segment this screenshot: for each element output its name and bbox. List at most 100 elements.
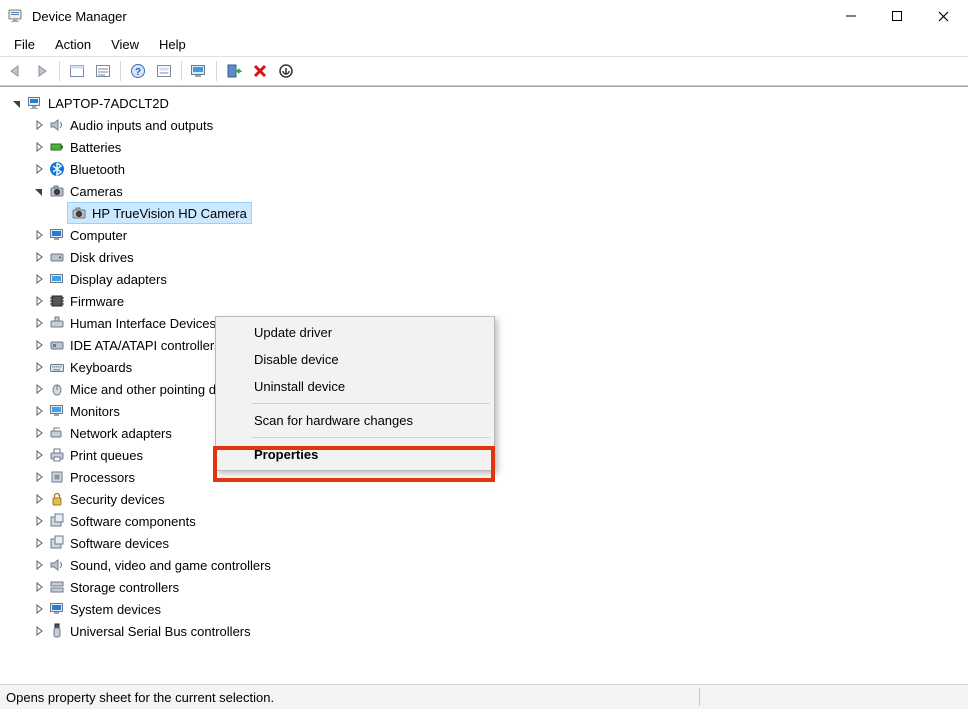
statusbar: Opens property sheet for the current sel…	[0, 684, 968, 709]
app-icon	[8, 8, 24, 24]
cpu-icon	[48, 468, 66, 486]
tree-root[interactable]: LAPTOP-7ADCLT2D	[6, 92, 968, 114]
forward-button[interactable]	[30, 59, 54, 83]
chevron-right-icon[interactable]	[32, 426, 46, 440]
lock-icon	[48, 490, 66, 508]
tree-label: Keyboards	[70, 360, 132, 375]
menu-help[interactable]: Help	[149, 34, 196, 55]
context-menu-separator	[252, 437, 490, 438]
context-menu-update-driver[interactable]: Update driver	[218, 319, 492, 346]
computer-root-icon	[26, 94, 44, 112]
tree-node-sound[interactable]: Sound, video and game controllers	[6, 554, 968, 576]
disable-toolbar-button[interactable]	[274, 59, 298, 83]
window-controls	[828, 1, 966, 31]
tree-node-system[interactable]: System devices	[6, 598, 968, 620]
scan-hardware-toolbar-button[interactable]	[187, 59, 211, 83]
tree-node-cameras[interactable]: Cameras	[6, 180, 968, 202]
context-menu-disable-device[interactable]: Disable device	[218, 346, 492, 373]
tree-node-firmware[interactable]: Firmware	[6, 290, 968, 312]
chevron-right-icon[interactable]	[32, 338, 46, 352]
chevron-right-icon[interactable]	[32, 536, 46, 550]
tree-label: Sound, video and game controllers	[70, 558, 271, 573]
update-driver-toolbar-button[interactable]	[222, 59, 246, 83]
chevron-right-icon[interactable]	[32, 624, 46, 638]
context-menu-uninstall-device[interactable]: Uninstall device	[218, 373, 492, 400]
tree-label: Cameras	[70, 184, 123, 199]
back-button[interactable]	[4, 59, 28, 83]
tree-node-bluetooth[interactable]: Bluetooth	[6, 158, 968, 180]
chevron-right-icon[interactable]	[32, 448, 46, 462]
network-icon	[48, 424, 66, 442]
uninstall-toolbar-button[interactable]	[248, 59, 272, 83]
tree-label: Universal Serial Bus controllers	[70, 624, 251, 639]
camera-icon	[48, 182, 66, 200]
action-toolbar-button[interactable]	[152, 59, 176, 83]
device-tree[interactable]: LAPTOP-7ADCLT2D Audio inputs and outputs…	[0, 88, 968, 674]
chevron-right-icon[interactable]	[32, 140, 46, 154]
chevron-right-icon[interactable]	[32, 382, 46, 396]
chevron-right-icon[interactable]	[32, 316, 46, 330]
tree-node-swdev[interactable]: Software devices	[6, 532, 968, 554]
chevron-right-icon[interactable]	[32, 228, 46, 242]
minimize-button[interactable]	[828, 1, 874, 31]
show-hide-console-tree-button[interactable]	[65, 59, 89, 83]
tree-node-diskdrives[interactable]: Disk drives	[6, 246, 968, 268]
tree-node-computer[interactable]: Computer	[6, 224, 968, 246]
chevron-right-icon[interactable]	[32, 492, 46, 506]
tree-node-batteries[interactable]: Batteries	[6, 136, 968, 158]
menu-action[interactable]: Action	[45, 34, 101, 55]
close-button[interactable]	[920, 1, 966, 31]
titlebar: Device Manager	[0, 0, 968, 32]
context-menu-properties[interactable]: Properties	[218, 441, 492, 468]
chevron-right-icon[interactable]	[32, 250, 46, 264]
tree-label: Monitors	[70, 404, 120, 419]
tree-label: Network adapters	[70, 426, 172, 441]
tree-label: Audio inputs and outputs	[70, 118, 213, 133]
toolbar-separator	[181, 61, 182, 81]
software-icon	[48, 534, 66, 552]
context-menu-scan-hardware[interactable]: Scan for hardware changes	[218, 407, 492, 434]
toolbar-separator	[216, 61, 217, 81]
toolbar-separator	[120, 61, 121, 81]
display-adapter-icon	[48, 270, 66, 288]
tree-label: Software devices	[70, 536, 169, 551]
tree-label: Print queues	[70, 448, 143, 463]
keyboard-icon	[48, 358, 66, 376]
toolbar-separator	[59, 61, 60, 81]
chevron-right-icon[interactable]	[32, 162, 46, 176]
maximize-button[interactable]	[874, 1, 920, 31]
battery-icon	[48, 138, 66, 156]
hid-icon	[48, 314, 66, 332]
tree-label: IDE ATA/ATAPI controllers	[70, 338, 221, 353]
chevron-right-icon[interactable]	[32, 118, 46, 132]
chevron-right-icon[interactable]	[32, 580, 46, 594]
chevron-right-icon[interactable]	[32, 404, 46, 418]
tree-node-swcomp[interactable]: Software components	[6, 510, 968, 532]
usb-icon	[48, 622, 66, 640]
chevron-right-icon[interactable]	[32, 470, 46, 484]
chevron-right-icon[interactable]	[32, 514, 46, 528]
properties-toolbar-button[interactable]	[91, 59, 115, 83]
camera-icon	[70, 204, 88, 222]
tree-node-storage[interactable]: Storage controllers	[6, 576, 968, 598]
printer-icon	[48, 446, 66, 464]
statusbar-separator	[699, 688, 700, 706]
tree-node-usb[interactable]: Universal Serial Bus controllers	[6, 620, 968, 642]
chevron-right-icon[interactable]	[32, 558, 46, 572]
system-icon	[48, 600, 66, 618]
chevron-right-icon[interactable]	[32, 294, 46, 308]
chevron-down-icon[interactable]	[10, 96, 24, 110]
menu-file[interactable]: File	[4, 34, 45, 55]
tree-leaf-camera-device[interactable]: HP TrueVision HD Camera	[6, 202, 968, 224]
monitor-icon	[48, 402, 66, 420]
chevron-down-icon[interactable]	[32, 184, 46, 198]
menu-view[interactable]: View	[101, 34, 149, 55]
tree-node-display[interactable]: Display adapters	[6, 268, 968, 290]
chevron-right-icon[interactable]	[32, 360, 46, 374]
chevron-right-icon[interactable]	[32, 602, 46, 616]
tree-node-audio[interactable]: Audio inputs and outputs	[6, 114, 968, 136]
tree-node-security[interactable]: Security devices	[6, 488, 968, 510]
help-toolbar-button[interactable]: ?	[126, 59, 150, 83]
chip-icon	[48, 292, 66, 310]
chevron-right-icon[interactable]	[32, 272, 46, 286]
